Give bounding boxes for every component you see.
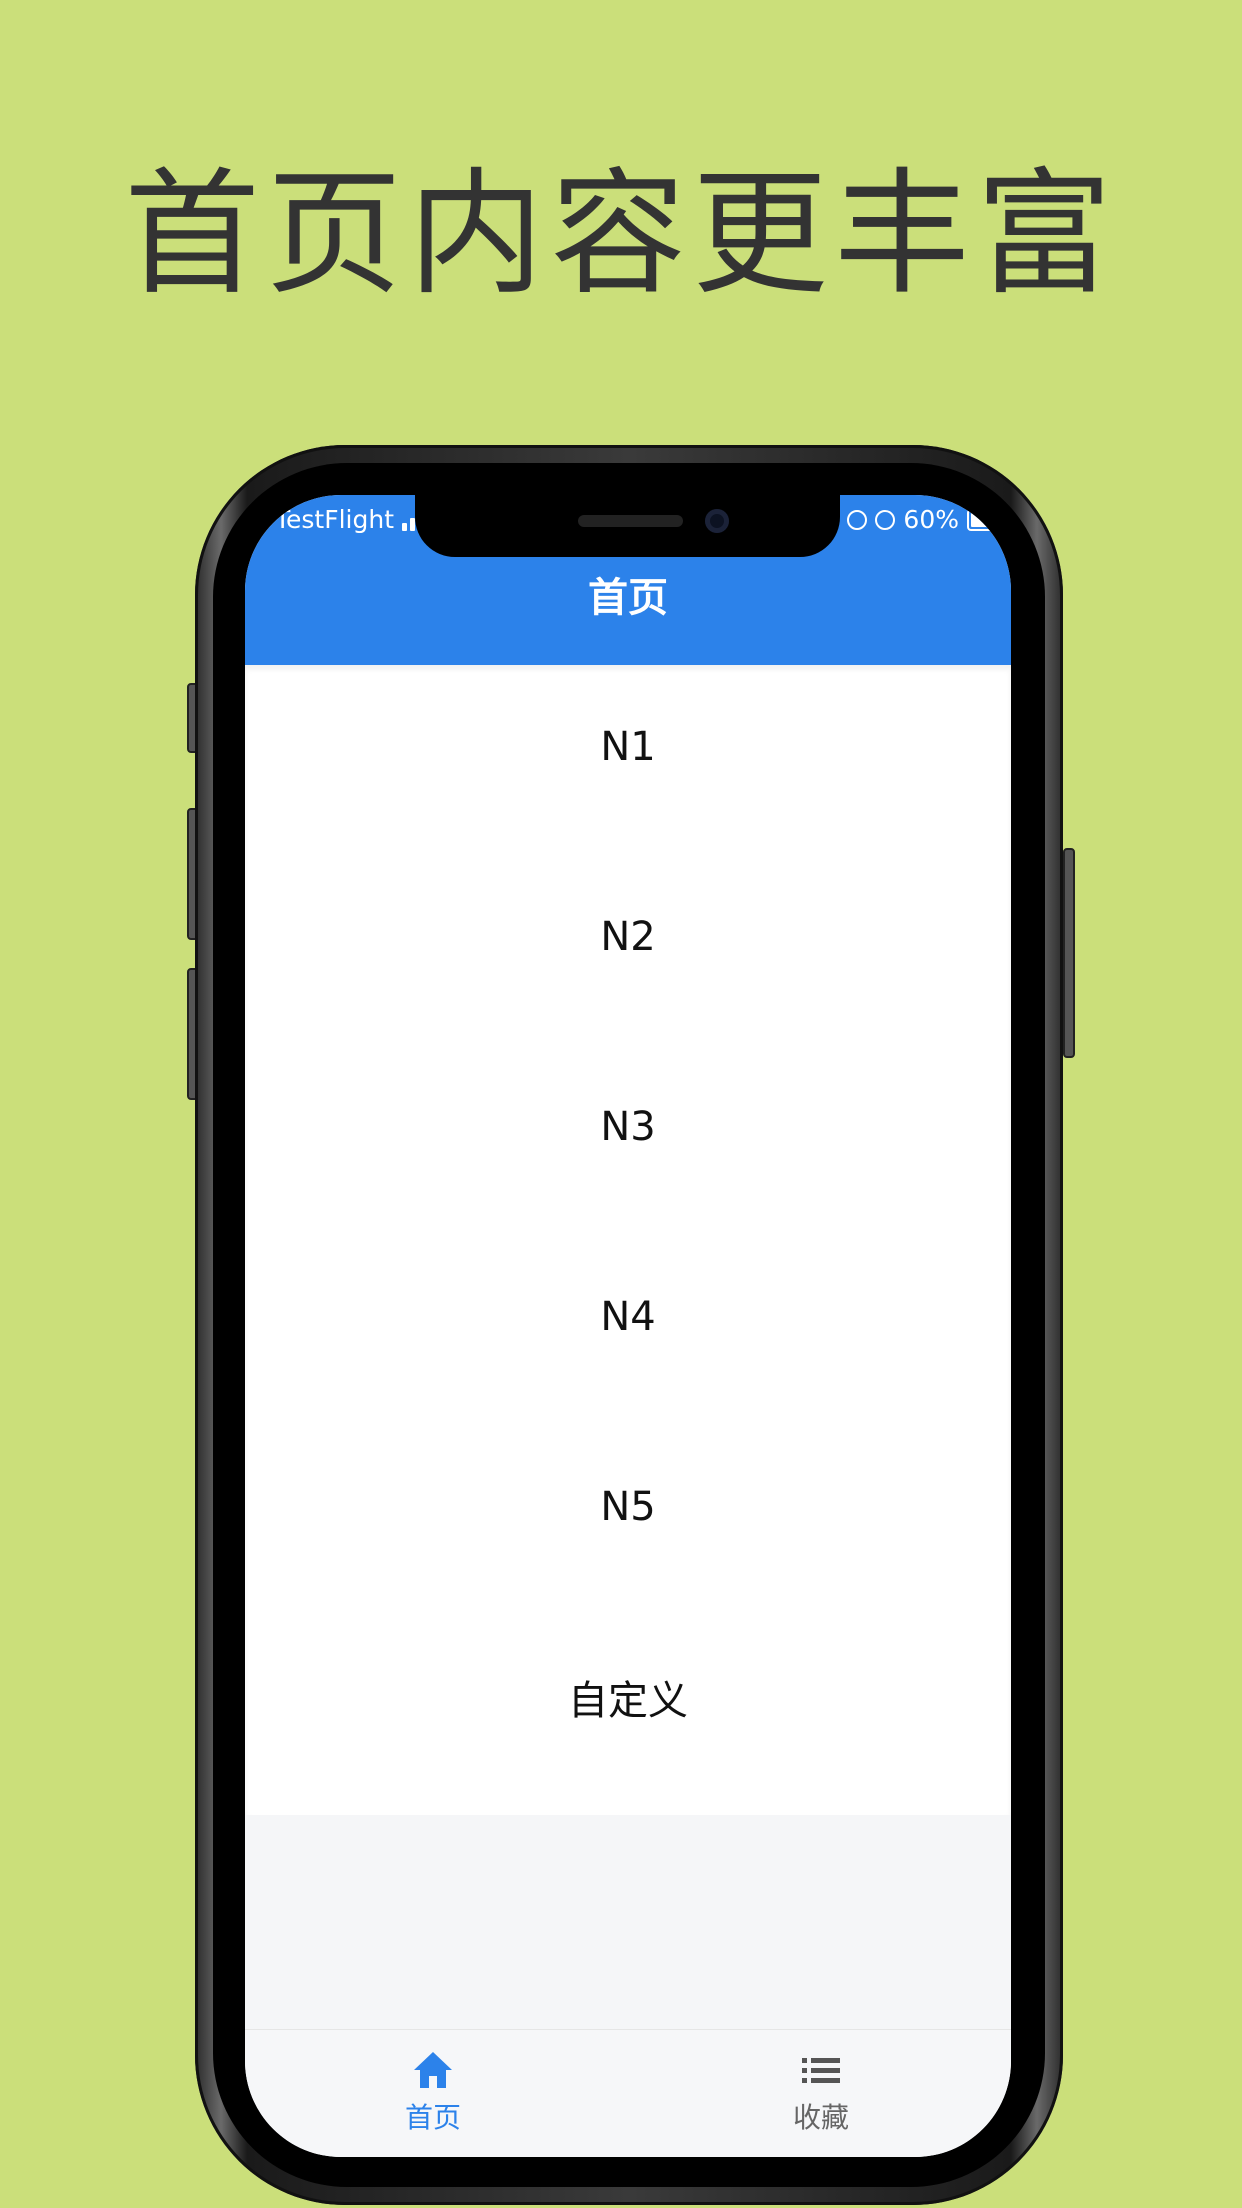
tab-home-label: 首页 [404,2101,461,2134]
phone-notch [415,495,840,557]
alarm-icon [875,509,896,530]
list-item-n5[interactable]: N5 [245,1447,1011,1567]
rotation-lock-icon [847,509,868,530]
promo-headline: 首页内容更丰富 [124,156,1118,314]
nav-bar: TestFlight 60% 首页 [245,495,1011,665]
list-item-n3[interactable]: N3 [245,1067,1011,1187]
battery-icon [967,508,1001,531]
list-icon [802,2058,840,2083]
front-camera [705,509,729,533]
list-item-custom[interactable]: 自定义 [245,1641,1011,1761]
tab-favorites-label: 收藏 [792,2101,849,2134]
status-carrier: TestFlight [275,505,395,534]
battery-percent: 60% [903,505,959,534]
list-item-n1[interactable]: N1 [245,687,1011,807]
list-item-n4[interactable]: N4 [245,1257,1011,1377]
speaker-grille [578,515,683,527]
app-screen: TestFlight 60% 首页 N1 N2 N3 N4 N5 自定义 首页 … [245,495,1011,2157]
phone-power-button [1063,848,1075,1058]
tab-bar: 首页 收藏 [245,2029,1011,2157]
status-bar-right: 60% [847,505,1001,534]
tab-favorites[interactable]: 收藏 [721,2050,921,2150]
menu-list: N1 N2 N3 N4 N5 自定义 [245,665,1011,1815]
tab-home[interactable]: 首页 [333,2050,533,2150]
list-item-n2[interactable]: N2 [245,877,1011,997]
page-title: 首页 [588,575,668,621]
home-icon [414,2052,452,2088]
status-bar-left: TestFlight [275,505,432,534]
